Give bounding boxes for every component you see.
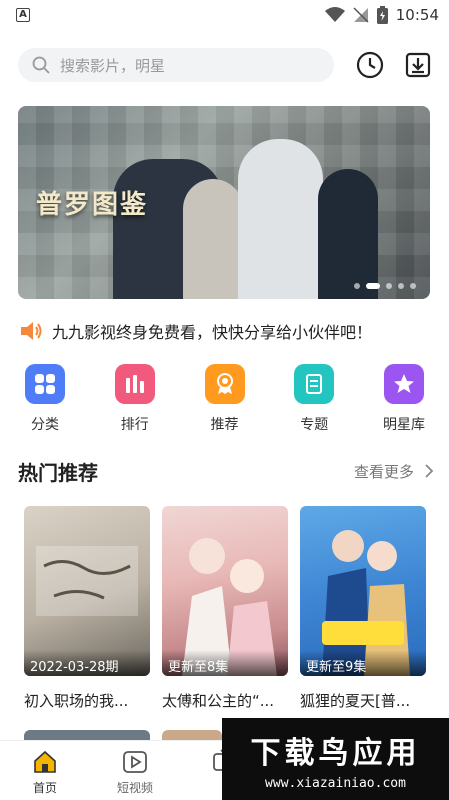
wifi-icon bbox=[324, 7, 345, 22]
notification-badge: A bbox=[16, 8, 30, 22]
award-icon bbox=[204, 364, 245, 404]
carousel-dots bbox=[354, 283, 416, 289]
chevron-right-icon bbox=[425, 464, 434, 478]
status-bar: A 10:54 bbox=[0, 0, 449, 30]
banner-figure bbox=[183, 179, 243, 299]
category-label: 分类 bbox=[31, 417, 59, 433]
category-item-ranking[interactable]: 排行 bbox=[112, 364, 158, 438]
view-more-link[interactable]: 查看更多 bbox=[354, 461, 434, 482]
watermark-title: 下载鸟应用 bbox=[250, 735, 421, 771]
category-label: 推荐 bbox=[210, 417, 239, 433]
video-poster: 更新至9集 bbox=[300, 506, 426, 676]
banner-carousel[interactable]: 普罗图鉴 bbox=[18, 106, 430, 299]
section-title: 热门推荐 bbox=[18, 460, 98, 485]
video-poster: 更新至8集 bbox=[162, 506, 288, 676]
notice-text: 九九影视终身免费看，快快分享给小伙伴吧！ bbox=[52, 323, 373, 342]
video-title: 初入职场的我... bbox=[24, 692, 129, 710]
category-label: 专题 bbox=[300, 417, 329, 433]
speaker-icon bbox=[21, 322, 42, 340]
carousel-dot[interactable] bbox=[398, 283, 404, 289]
history-button[interactable] bbox=[356, 51, 384, 79]
tab-short-video[interactable]: 短视频 bbox=[90, 741, 180, 800]
video-title: 太傅和公主的“... bbox=[162, 692, 275, 710]
download-button[interactable] bbox=[404, 51, 432, 79]
category-label: 明星库 bbox=[383, 417, 425, 433]
carousel-dot[interactable] bbox=[386, 283, 392, 289]
battery-icon bbox=[376, 6, 388, 24]
tab-label: 首页 bbox=[32, 781, 57, 795]
category-label: 排行 bbox=[120, 417, 149, 433]
star-icon bbox=[384, 364, 424, 404]
no-signal-icon bbox=[353, 7, 369, 23]
search-input[interactable]: 搜索影片，明星 bbox=[18, 48, 334, 82]
home-icon bbox=[34, 750, 56, 773]
video-tag: 更新至9集 bbox=[300, 650, 426, 676]
category-item-stars[interactable]: 明星库 bbox=[381, 364, 427, 438]
search-icon bbox=[32, 56, 50, 74]
carousel-dot[interactable] bbox=[354, 283, 360, 289]
download-icon bbox=[405, 52, 431, 78]
document-icon bbox=[294, 364, 335, 404]
video-poster: 2022-03-28期 bbox=[24, 506, 150, 676]
video-tag: 更新至8集 bbox=[162, 650, 288, 676]
banner-figure bbox=[318, 169, 378, 299]
video-card[interactable]: 2022-03-28期 初入职场的我... bbox=[24, 506, 150, 711]
category-item-recommend[interactable]: 推荐 bbox=[202, 364, 248, 438]
grid-icon bbox=[25, 364, 65, 404]
banner-title: 普罗图鉴 bbox=[36, 190, 149, 220]
video-card[interactable]: 更新至9集 狐狸的夏天[普... bbox=[300, 506, 426, 711]
category-item-classify[interactable]: 分类 bbox=[22, 364, 68, 438]
search-placeholder: 搜索影片，明星 bbox=[60, 56, 166, 75]
play-icon bbox=[123, 751, 147, 773]
view-more-label: 查看更多 bbox=[353, 462, 414, 481]
watermark-url: www.xiazainiao.com bbox=[265, 775, 406, 791]
top-bar: 搜索影片，明星 bbox=[0, 44, 449, 84]
tab-home[interactable]: 首页 bbox=[0, 741, 90, 800]
tab-label: 短视频 bbox=[116, 781, 153, 795]
site-watermark: 下载鸟应用 www.xiazainiao.com bbox=[222, 718, 449, 800]
carousel-dot[interactable] bbox=[410, 283, 416, 289]
notice-bar: 九九影视终身免费看，快快分享给小伙伴吧！ bbox=[18, 314, 438, 348]
video-card[interactable]: 更新至8集 太傅和公主的“... bbox=[162, 506, 288, 711]
category-item-topics[interactable]: 专题 bbox=[291, 364, 337, 438]
category-nav: 分类 排行 推荐 专题 明星库 bbox=[0, 364, 449, 438]
video-tag: 2022-03-28期 bbox=[24, 650, 150, 676]
clock-icon bbox=[356, 51, 384, 79]
next-row-poster bbox=[162, 730, 222, 740]
video-title: 狐狸的夏天[普... bbox=[300, 692, 411, 710]
carousel-dot[interactable] bbox=[366, 283, 380, 289]
section-header: 热门推荐 查看更多 bbox=[18, 455, 434, 487]
banner-figure bbox=[238, 139, 323, 299]
next-row-poster bbox=[24, 730, 150, 740]
recommend-grid: 2022-03-28期 初入职场的我... 更新至8集 太傅和公主的“... 更… bbox=[24, 506, 426, 711]
status-icons: 10:54 bbox=[324, 6, 439, 24]
clock-time: 10:54 bbox=[395, 6, 439, 24]
ranking-icon bbox=[114, 364, 155, 404]
